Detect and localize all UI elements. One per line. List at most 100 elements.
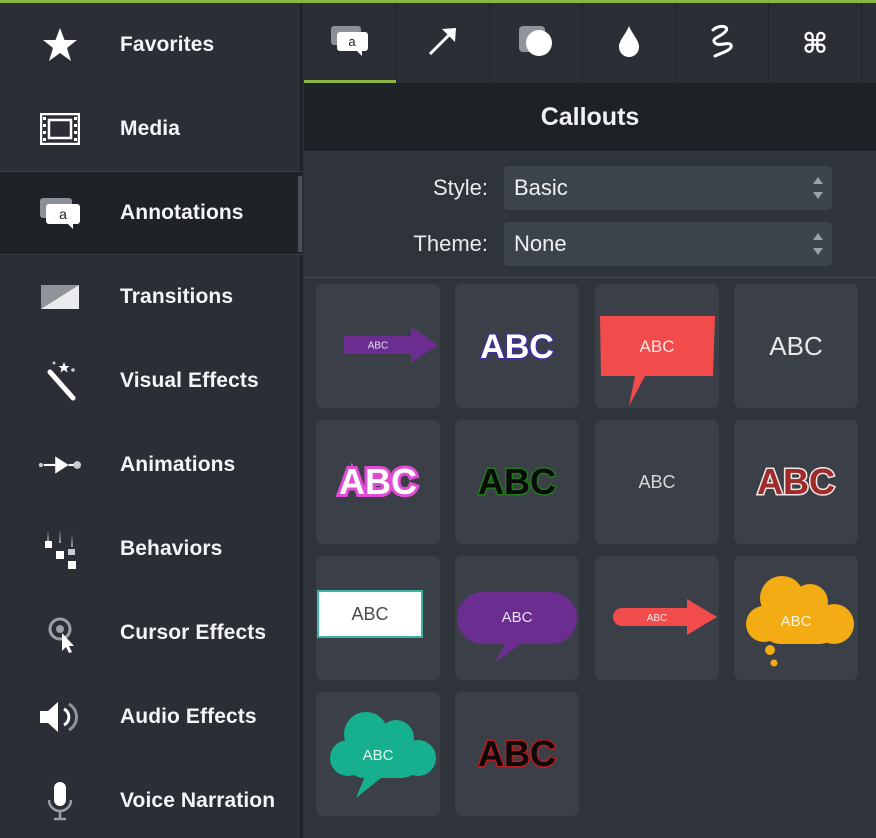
- svg-text:ABC: ABC: [647, 613, 668, 624]
- callout-outline-text-preview: ABC: [756, 460, 837, 504]
- tab-keystrokes[interactable]: ⌘: [769, 3, 862, 83]
- divider: [304, 277, 876, 278]
- callout-speech-box-preview: ABC: [600, 316, 715, 406]
- callout-tile[interactable]: ABC: [595, 284, 719, 408]
- svg-text:ABC: ABC: [478, 461, 556, 502]
- theme-select[interactable]: None: [504, 222, 832, 266]
- svg-text:ABC: ABC: [351, 604, 388, 624]
- svg-text:ABC: ABC: [781, 613, 812, 630]
- callout-outline-text-preview: ABC: [477, 732, 558, 776]
- keystroke-icon: ⌘: [802, 26, 828, 60]
- sidebar-item-behaviors[interactable]: Behaviors: [0, 507, 302, 591]
- sidebar-item-label: Voice Narration: [120, 789, 276, 812]
- magic-wand-icon: [38, 359, 82, 403]
- sidebar-item-animations[interactable]: Animations: [0, 423, 302, 507]
- sketch-motion-icon: [705, 23, 739, 64]
- svg-text:ABC: ABC: [638, 472, 675, 492]
- sidebar-item-label: Audio Effects: [120, 705, 257, 728]
- sidebar-item-label: Transitions: [120, 285, 234, 308]
- sidebar-item-cursor-effects[interactable]: Cursor Effects: [0, 591, 302, 675]
- callout-tile[interactable]: ABC: [455, 692, 579, 816]
- callout-plain-text-preview: ABC: [638, 472, 675, 492]
- callout-tile[interactable]: ABC: [316, 692, 440, 816]
- callout-outline-text-preview: ABC: [479, 327, 556, 368]
- tab-arrows-lines[interactable]: [397, 3, 490, 83]
- tab-blur-highlight[interactable]: [583, 3, 676, 83]
- callout-outline-text-preview: ABC: [336, 458, 420, 505]
- callout-tile[interactable]: ABC: [455, 420, 579, 544]
- callout-tile[interactable]: ABC: [316, 556, 440, 680]
- blur-drop-icon: [616, 24, 642, 63]
- star-icon: [38, 23, 82, 67]
- theme-select-value: None: [514, 231, 567, 256]
- callout-outline-text-preview: ABC: [477, 460, 558, 504]
- callout-tile[interactable]: ABC: [455, 284, 579, 408]
- annotation-icon: a: [38, 191, 82, 235]
- callout-tile[interactable]: ABC: [734, 284, 858, 408]
- svg-text:a: a: [59, 206, 67, 222]
- svg-text:ABC: ABC: [640, 337, 675, 356]
- sidebar-item-label: Annotations: [120, 201, 244, 224]
- svg-text:ABC: ABC: [368, 341, 389, 352]
- style-select[interactable]: Basic: [504, 166, 832, 210]
- style-label: Style:: [432, 175, 488, 200]
- sidebar-item-label: Cursor Effects: [120, 621, 267, 644]
- sidebar-item-label: Behaviors: [120, 537, 223, 560]
- svg-text:ABC: ABC: [769, 331, 822, 361]
- tab-callouts[interactable]: a: [304, 3, 397, 83]
- callout-plain-text-preview: ABC: [769, 331, 822, 361]
- panel-header: Callouts: [304, 83, 876, 151]
- sidebar-item-label: Visual Effects: [120, 369, 259, 392]
- select-stepper-icon: [813, 177, 823, 199]
- callout-tile[interactable]: ABC: [595, 556, 719, 680]
- svg-text:a: a: [348, 34, 356, 49]
- sidebar-item-label: Animations: [120, 453, 236, 476]
- svg-text:ABC: ABC: [363, 747, 394, 764]
- svg-text:ABC: ABC: [502, 609, 533, 626]
- callout-speech-cloud-preview: ABC: [330, 712, 436, 798]
- callout-tile[interactable]: ABC: [595, 420, 719, 544]
- annotation-type-toolbar: a ⌘: [304, 3, 876, 83]
- callout-speech-bubble-preview: ABC: [457, 592, 577, 662]
- cursor-icon: [38, 611, 82, 655]
- film-icon: [38, 107, 82, 151]
- sidebar-item-media[interactable]: Media: [0, 87, 302, 171]
- sidebar-item-annotations[interactable]: a Annotations: [0, 171, 302, 255]
- callout-tile[interactable]: ABC: [455, 556, 579, 680]
- sidebar-item-visual-effects[interactable]: Visual Effects: [0, 339, 302, 423]
- svg-text:ABC: ABC: [478, 733, 556, 774]
- sidebar-item-favorites[interactable]: Favorites: [0, 3, 302, 87]
- speaker-icon: [38, 695, 82, 739]
- theme-label: Theme:: [413, 231, 488, 256]
- callout-icon: a: [330, 25, 370, 62]
- select-stepper-icon: [813, 233, 823, 255]
- animation-icon: [38, 443, 82, 487]
- svg-text:ABC: ABC: [339, 461, 417, 502]
- tab-sketch-motion[interactable]: [676, 3, 769, 83]
- behaviors-icon: [38, 527, 82, 571]
- transition-icon: [38, 275, 82, 319]
- callout-tile[interactable]: ABC: [734, 420, 858, 544]
- annotations-panel: a ⌘ Callouts Style: Basic Theme: None AB…: [304, 3, 876, 838]
- callout-tile[interactable]: ABC: [316, 420, 440, 544]
- svg-text:ABC: ABC: [757, 461, 835, 502]
- style-select-value: Basic: [514, 175, 568, 200]
- sidebar-item-label: Media: [120, 117, 181, 140]
- panel-title: Callouts: [540, 102, 640, 131]
- svg-text:ABC: ABC: [480, 328, 554, 366]
- callout-text-box-preview: ABC: [317, 590, 423, 638]
- arrow-icon: [426, 24, 460, 63]
- callout-tile[interactable]: ABC: [316, 284, 440, 408]
- callout-tile[interactable]: ABC: [734, 556, 858, 680]
- sidebar-item-voice-narration[interactable]: Voice Narration: [0, 759, 302, 838]
- sidebar-item-label: Favorites: [120, 33, 215, 56]
- sidebar: Favorites Media a Annotations Transition…: [0, 3, 302, 838]
- tab-shapes[interactable]: [490, 3, 583, 83]
- sidebar-item-audio-effects[interactable]: Audio Effects: [0, 675, 302, 759]
- callout-arrow-preview: ABC: [344, 327, 438, 363]
- callout-arrow-preview: ABC: [613, 599, 717, 635]
- microphone-icon: [38, 779, 82, 823]
- sidebar-item-transitions[interactable]: Transitions: [0, 255, 302, 339]
- callout-thought-cloud-preview: ABC: [746, 576, 854, 667]
- shape-icon: [517, 24, 555, 63]
